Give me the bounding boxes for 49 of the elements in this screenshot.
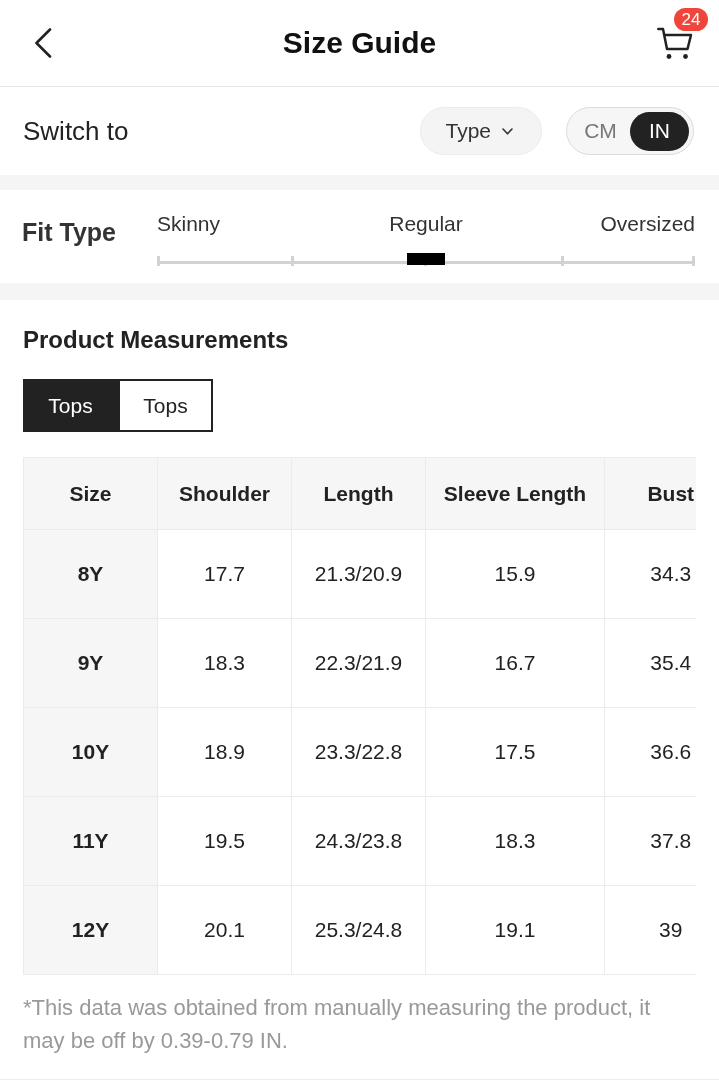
fit-option-label: Skinny	[157, 212, 221, 235]
table-cell: 20.1	[157, 885, 292, 975]
table-cell: 25.3/24.8	[291, 885, 426, 975]
table-cell: 39	[604, 885, 696, 975]
footnote-text: *This data was obtained from manually measuring the product, it may be off by 0.39-0.79 IN.	[23, 994, 652, 1055]
size-cell: 8Y	[23, 529, 158, 619]
category-tab[interactable]: Tops	[118, 379, 213, 432]
size-cell: 11Y	[23, 796, 158, 886]
column-header: Size	[23, 457, 158, 530]
type-dropdown[interactable]: Type	[420, 107, 542, 155]
table-cell: 23.3/22.8	[291, 707, 426, 797]
table-cell: 22.3/21.9	[291, 618, 426, 708]
column-header: Bust	[604, 457, 696, 530]
size-cell: 12Y	[23, 885, 158, 975]
table-cell: 19.1	[425, 885, 605, 975]
unit-option[interactable]: CM	[571, 111, 630, 151]
table-cell: 37.8	[604, 796, 696, 886]
table-cell: 18.3	[425, 796, 605, 886]
table-cell: 18.3	[157, 618, 292, 708]
table-cell: 34.3	[604, 529, 696, 619]
size-cell: 10Y	[23, 707, 158, 797]
fit-type-slider[interactable]	[157, 253, 695, 267]
column-header: Shoulder	[157, 457, 292, 530]
cart-count-badge: 24	[674, 7, 708, 31]
table-cell: 18.9	[157, 707, 292, 797]
page-title: Size Guide	[282, 25, 437, 61]
chevron-left-icon[interactable]	[33, 28, 53, 58]
table-cell: 35.4	[604, 618, 696, 708]
column-header: Length	[291, 457, 426, 530]
table-cell: 15.9	[425, 529, 605, 619]
table-cell: 36.6	[604, 707, 696, 797]
table-cell: 24.3/23.8	[291, 796, 426, 886]
fit-option-label: Oversized	[600, 212, 695, 235]
fit-type-label: Fit Type	[22, 218, 117, 247]
unit-option[interactable]: IN	[630, 111, 689, 151]
switch-to-label: Switch to	[23, 116, 130, 146]
chevron-down-icon	[502, 127, 513, 135]
size-cell: 9Y	[23, 618, 158, 708]
table-cell: 17.7	[157, 529, 292, 619]
table-cell: 17.5	[425, 707, 605, 797]
slider-thumb[interactable]	[407, 253, 445, 265]
table-cell: 16.7	[425, 618, 605, 708]
table-cell: 21.3/20.9	[291, 529, 426, 619]
section-title: Product Measurements	[23, 326, 290, 354]
fit-option-label: Regular	[389, 212, 463, 235]
category-tab[interactable]: Tops	[23, 379, 118, 432]
table-cell: 19.5	[157, 796, 292, 886]
cart-icon[interactable]	[657, 26, 693, 60]
column-header: Sleeve Length	[425, 457, 605, 530]
